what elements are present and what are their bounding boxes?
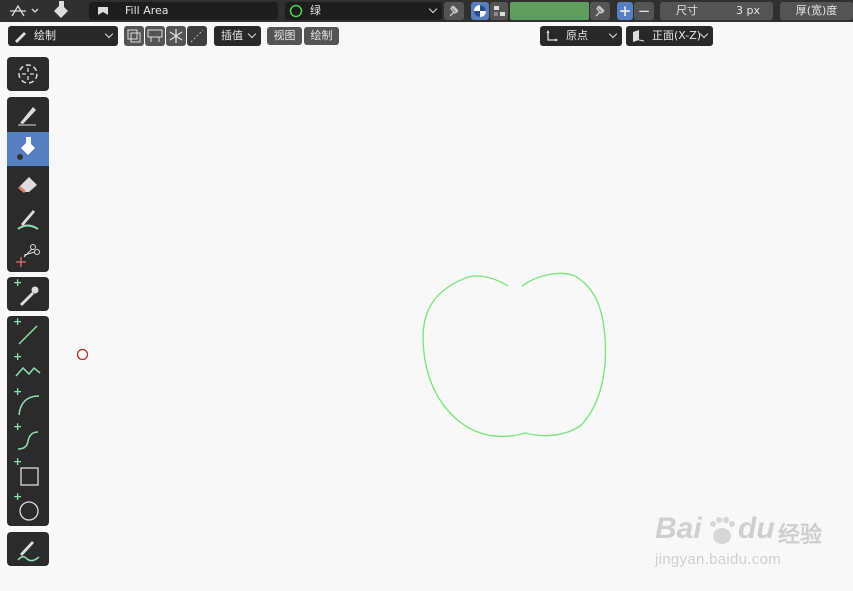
arc-tool[interactable]: + bbox=[7, 386, 49, 420]
cursor-tool[interactable] bbox=[7, 57, 49, 91]
pin-icon bbox=[449, 5, 459, 17]
toolbar-group-eyedropper: + bbox=[7, 277, 49, 311]
add-plus-icon: + bbox=[13, 420, 23, 433]
multiframe-icon bbox=[127, 29, 141, 43]
guides-toggle[interactable] bbox=[187, 26, 207, 46]
add-button[interactable]: + bbox=[617, 2, 633, 20]
annotate-pen-icon bbox=[17, 541, 40, 562]
eraser-icon bbox=[18, 177, 37, 194]
chevron-down-icon bbox=[245, 27, 257, 47]
pivot-dropdown[interactable]: 原点 bbox=[540, 26, 622, 46]
add-plus-icon: + bbox=[13, 276, 23, 289]
cutter-tool[interactable] bbox=[7, 237, 49, 271]
pivot-label: 原点 bbox=[566, 29, 588, 42]
watermark-cn: 经验 bbox=[778, 523, 823, 548]
chevron-down-icon bbox=[102, 27, 114, 47]
scissors-icon bbox=[16, 244, 40, 267]
dotted-line-icon bbox=[190, 29, 204, 43]
fill-brush-icon[interactable] bbox=[50, 1, 72, 21]
pin-icon bbox=[595, 5, 605, 17]
draw-tool[interactable] bbox=[7, 97, 49, 131]
fill-tool[interactable] bbox=[7, 132, 49, 166]
interpolate-dropdown[interactable]: 插值 bbox=[214, 26, 261, 46]
brush-color-swatch[interactable] bbox=[510, 2, 589, 20]
paint-bucket-icon bbox=[17, 137, 35, 160]
material-circle-icon bbox=[289, 4, 303, 18]
toolbar-group-annotate bbox=[7, 532, 49, 566]
chevron-down-icon bbox=[697, 27, 709, 47]
toolbar-group-draw bbox=[7, 97, 49, 272]
remove-button[interactable]: − bbox=[634, 2, 654, 20]
thickness-field[interactable]: 厚(宽)度 bbox=[780, 2, 853, 20]
pivot-icon bbox=[544, 28, 560, 44]
toolbar-group-primitives: + + + + + + bbox=[7, 316, 49, 526]
pin-material-button[interactable] bbox=[444, 2, 464, 20]
mode-dropdown[interactable]: 绘制 bbox=[8, 26, 118, 46]
stroke-merge-icon bbox=[147, 29, 163, 42]
snap-toggle[interactable] bbox=[166, 26, 186, 46]
material-name: 绿 bbox=[310, 4, 321, 17]
minus-icon: − bbox=[637, 2, 651, 20]
brush-name: Fill Area bbox=[125, 4, 169, 17]
eyedropper-tool[interactable]: + bbox=[7, 277, 49, 311]
size-label: 尺寸 bbox=[676, 4, 698, 17]
material-selector[interactable]: 绿 bbox=[285, 2, 442, 20]
view-orientation-label: 正面(X-Z) bbox=[652, 29, 702, 42]
draw-mode-icon[interactable] bbox=[8, 2, 40, 20]
plane-icon bbox=[630, 28, 646, 44]
view-orientation-dropdown[interactable]: 正面(X-Z) bbox=[626, 26, 713, 46]
plus-icon: + bbox=[618, 2, 632, 20]
pin-color-button[interactable] bbox=[590, 2, 610, 20]
cursor-crosshair-icon bbox=[18, 64, 38, 84]
chevron-down-icon bbox=[606, 27, 618, 47]
curve-tool[interactable]: + bbox=[7, 421, 49, 455]
mode-label: 绘制 bbox=[34, 29, 56, 42]
tint-tool[interactable] bbox=[7, 202, 49, 236]
color-mix-icon bbox=[494, 6, 505, 16]
add-plus-icon: + bbox=[13, 385, 23, 398]
color-wheel-icon bbox=[474, 5, 486, 17]
auto-merge-toggle[interactable] bbox=[145, 26, 165, 46]
vertex-color-mode-button[interactable] bbox=[471, 2, 489, 20]
pencil-icon bbox=[18, 107, 36, 126]
interpolate-label: 插值 bbox=[221, 29, 243, 42]
add-plus-icon: + bbox=[13, 490, 23, 503]
watermark-brand: Bai bbox=[655, 512, 702, 545]
brush-icon bbox=[97, 5, 109, 17]
baidu-watermark: Bai du 经验 jingyan.baidu.com bbox=[655, 512, 845, 574]
line-tool[interactable]: + bbox=[7, 316, 49, 350]
add-plus-icon: + bbox=[13, 350, 23, 363]
paw-icon bbox=[707, 514, 737, 548]
tint-brush-icon bbox=[17, 210, 39, 230]
size-value: 3 px bbox=[736, 4, 760, 17]
brush-cursor-circle bbox=[76, 348, 89, 361]
circle-tool[interactable]: + bbox=[7, 491, 49, 525]
add-plus-icon: + bbox=[13, 315, 23, 328]
annotate-tool[interactable] bbox=[7, 532, 49, 566]
color-mix-button[interactable] bbox=[490, 2, 508, 20]
watermark-url: jingyan.baidu.com bbox=[655, 551, 782, 568]
apple-stroke-drawing bbox=[422, 272, 607, 438]
watermark-brand-2: du bbox=[738, 512, 775, 545]
brush-size-field[interactable]: 尺寸 3 px bbox=[660, 2, 773, 20]
pencil-icon bbox=[12, 28, 28, 44]
snowflake-icon bbox=[169, 29, 183, 43]
menu-view[interactable]: 视图 bbox=[267, 27, 302, 45]
add-plus-icon: + bbox=[13, 455, 23, 468]
chevron-down-icon bbox=[426, 4, 438, 18]
brush-name-field[interactable]: Fill Area bbox=[89, 2, 278, 20]
menu-draw[interactable]: 绘制 bbox=[304, 27, 339, 45]
box-tool[interactable]: + bbox=[7, 456, 49, 490]
toolbar-group-cursor bbox=[7, 57, 49, 91]
polyline-tool[interactable]: + bbox=[7, 351, 49, 385]
tool-settings-header: Fill Area 绿 + − 尺寸 3 px 厚(宽)度 bbox=[0, 0, 853, 22]
thickness-label: 厚(宽)度 bbox=[795, 4, 838, 17]
erase-tool[interactable] bbox=[7, 167, 49, 201]
multiframe-toggle[interactable] bbox=[124, 26, 144, 46]
